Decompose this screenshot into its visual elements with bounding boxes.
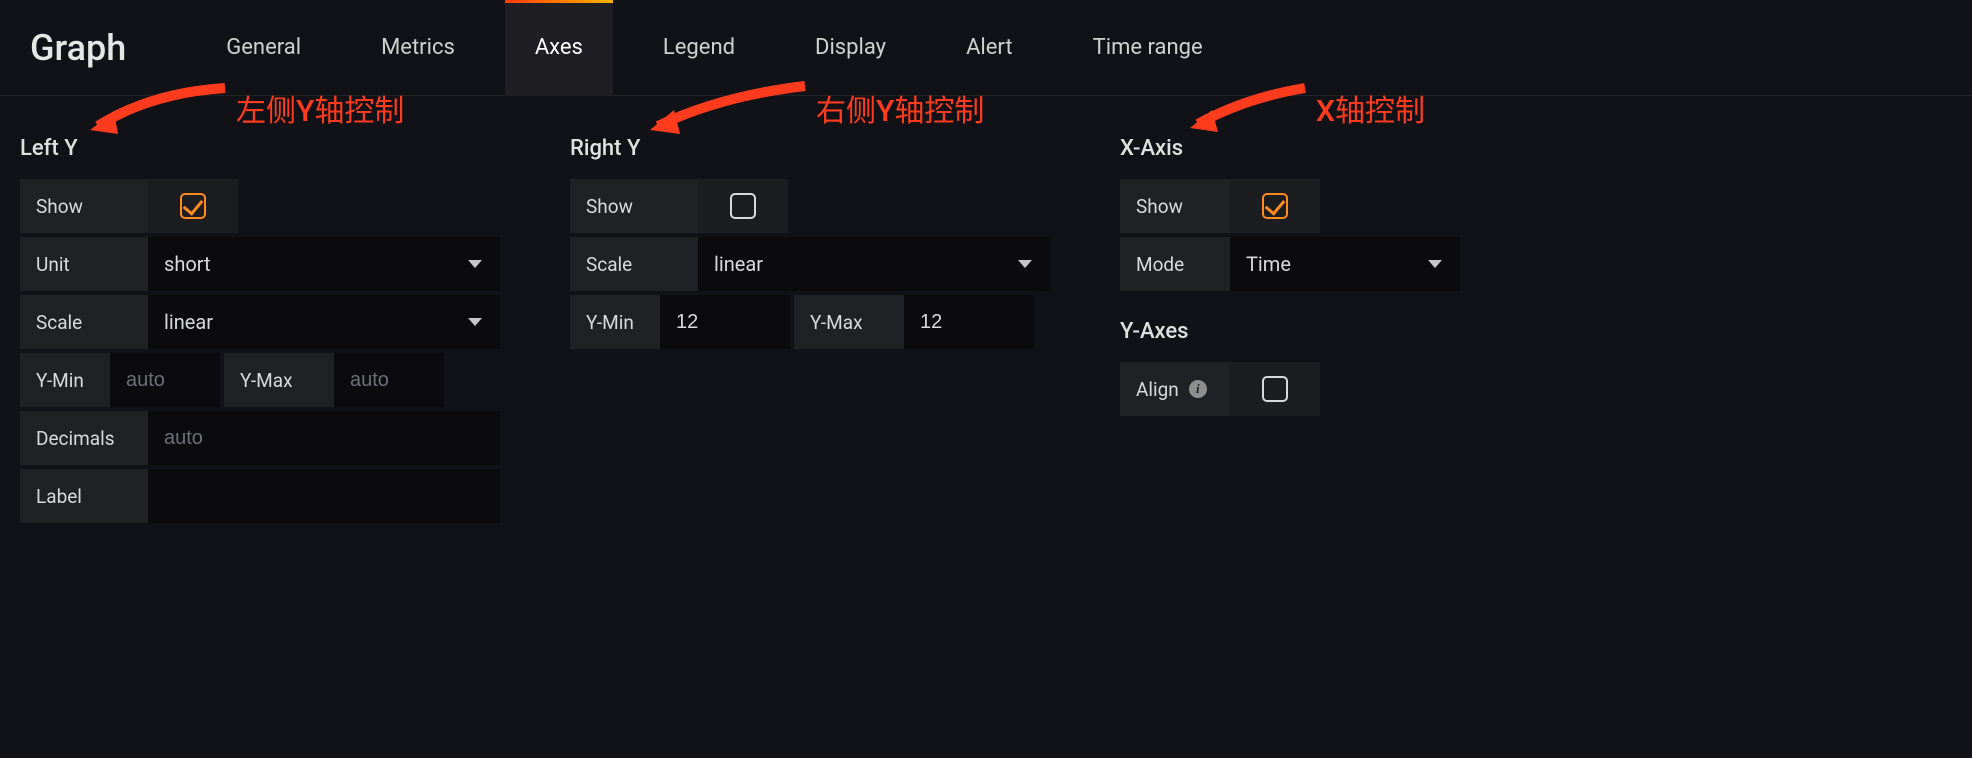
- checkbox-unchecked-icon: [730, 193, 756, 219]
- y-axes-align-label: Align i: [1120, 362, 1230, 416]
- right-y-scale-label: Scale: [570, 237, 698, 291]
- checkbox-checked-icon: [1262, 193, 1288, 219]
- y-axes-align-text: Align: [1136, 378, 1179, 401]
- left-y-label-label: Label: [20, 469, 148, 523]
- left-y-min-input[interactable]: [126, 369, 204, 392]
- x-axis-show-label: Show: [1120, 179, 1230, 233]
- right-y-max-input[interactable]: [920, 311, 1018, 334]
- right-y-section: Right Y Show Scale linear Y-Min Y-Max: [570, 136, 1050, 527]
- right-y-show-checkbox[interactable]: [698, 179, 788, 233]
- left-y-show-checkbox[interactable]: [148, 179, 238, 233]
- left-y-scale-label: Scale: [20, 295, 148, 349]
- tab-timerange[interactable]: Time range: [1063, 0, 1233, 96]
- left-y-unit-label: Unit: [20, 237, 148, 291]
- left-y-scale-value: linear: [164, 310, 213, 334]
- y-axes-heading: Y-Axes: [1120, 319, 1460, 344]
- left-y-min-label: Y-Min: [20, 353, 110, 407]
- right-y-min-label: Y-Min: [570, 295, 660, 349]
- page-title: Graph: [30, 27, 126, 69]
- x-axis-mode-value: Time: [1246, 252, 1291, 276]
- checkbox-checked-icon: [180, 193, 206, 219]
- chevron-down-icon: [468, 260, 482, 268]
- left-y-decimals-label: Decimals: [20, 411, 148, 465]
- left-y-decimals-input-wrap: [148, 411, 500, 465]
- right-y-heading: Right Y: [570, 136, 1050, 161]
- tab-legend[interactable]: Legend: [633, 0, 765, 96]
- right-y-scale-value: linear: [714, 252, 763, 276]
- left-y-unit-select[interactable]: short: [148, 237, 500, 291]
- left-y-decimals-input[interactable]: [164, 427, 484, 450]
- chevron-down-icon: [1428, 260, 1442, 268]
- left-y-max-input[interactable]: [350, 369, 428, 392]
- tab-alert[interactable]: Alert: [936, 0, 1043, 96]
- left-y-label-input-wrap: [148, 469, 500, 523]
- x-axis-section: X-Axis Show Mode Time Y-Axes Align i: [1120, 136, 1460, 527]
- chevron-down-icon: [1018, 260, 1032, 268]
- left-y-unit-value: short: [164, 252, 211, 276]
- right-y-max-label: Y-Max: [794, 295, 904, 349]
- x-axis-mode-select[interactable]: Time: [1230, 237, 1460, 291]
- left-y-label-input[interactable]: [164, 485, 484, 508]
- right-y-scale-select[interactable]: linear: [698, 237, 1050, 291]
- left-y-max-label: Y-Max: [224, 353, 334, 407]
- x-axis-mode-label: Mode: [1120, 237, 1230, 291]
- x-axis-show-checkbox[interactable]: [1230, 179, 1320, 233]
- left-y-section: Left Y Show Unit short Scale linear Y-Mi…: [20, 136, 500, 527]
- chevron-down-icon: [468, 318, 482, 326]
- right-y-max-input-wrap: [904, 295, 1034, 349]
- tab-general[interactable]: General: [196, 0, 331, 96]
- left-y-scale-select[interactable]: linear: [148, 295, 500, 349]
- tab-axes[interactable]: Axes: [505, 0, 613, 96]
- tab-metrics[interactable]: Metrics: [351, 0, 485, 96]
- x-axis-heading: X-Axis: [1120, 136, 1460, 161]
- y-axes-align-checkbox[interactable]: [1230, 362, 1320, 416]
- right-y-show-label: Show: [570, 179, 698, 233]
- left-y-heading: Left Y: [20, 136, 500, 161]
- left-y-max-input-wrap: [334, 353, 444, 407]
- tab-display[interactable]: Display: [785, 0, 916, 96]
- left-y-show-label: Show: [20, 179, 148, 233]
- right-y-min-input-wrap: [660, 295, 790, 349]
- info-icon[interactable]: i: [1189, 380, 1207, 398]
- tab-bar: Graph General Metrics Axes Legend Displa…: [0, 0, 1972, 96]
- checkbox-unchecked-icon: [1262, 376, 1288, 402]
- left-y-min-input-wrap: [110, 353, 220, 407]
- right-y-min-input[interactable]: [676, 311, 774, 334]
